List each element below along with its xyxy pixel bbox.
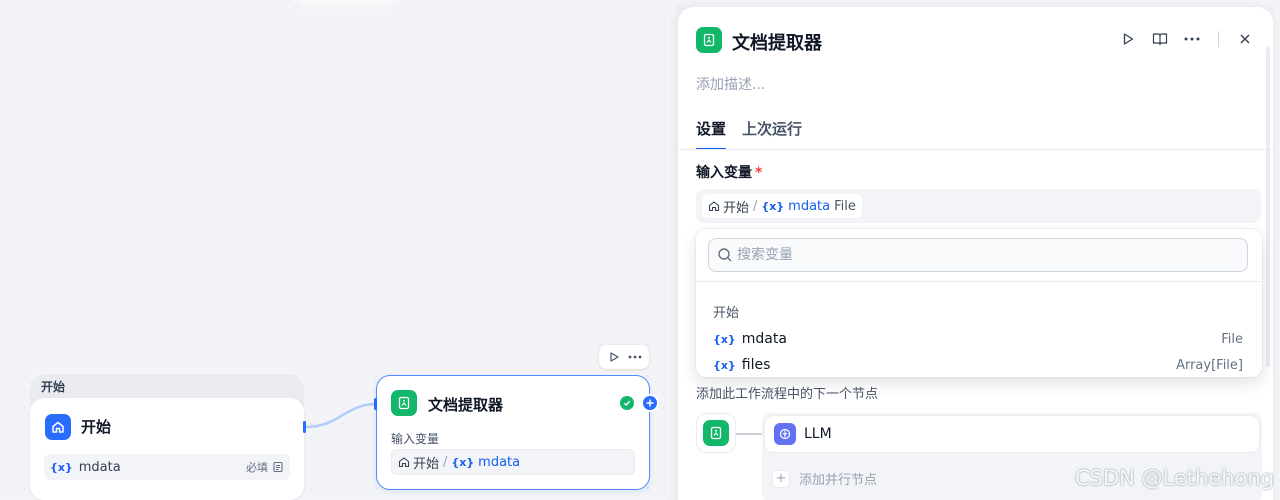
- input-variable-label-text: 输入变量: [696, 165, 752, 181]
- next-step-description: 添加此工作流程中的下一个节点: [696, 387, 879, 402]
- start-node-variable[interactable]: {x} mdata 必填: [44, 454, 290, 480]
- start-node-title: 开始: [81, 418, 112, 436]
- panel-title[interactable]: 文档提取器: [732, 29, 822, 55]
- ref-variable-name: mdata: [478, 454, 521, 470]
- doc-extractor-icon: [391, 390, 417, 416]
- required-mark: *: [755, 165, 763, 181]
- doc-extractor-icon: [696, 27, 722, 53]
- add-parallel-node-button[interactable]: + 添加并行节点: [772, 469, 877, 488]
- input-variable-label: 输入变量 *: [696, 162, 762, 182]
- home-icon: [398, 457, 410, 468]
- doc-extractor-node[interactable]: 文档提取器 输入变量 开始 / {x} mdata: [374, 375, 650, 490]
- plus-icon: [646, 399, 654, 407]
- next-node-llm[interactable]: LLM: [764, 415, 1260, 453]
- selected-node-name: 开始: [723, 200, 750, 216]
- node-toolbar: [599, 345, 649, 369]
- close-icon[interactable]: [1235, 29, 1255, 49]
- description-input[interactable]: 添加描述...: [696, 74, 765, 94]
- document-icon: [273, 461, 283, 473]
- book-open-icon[interactable]: [1150, 29, 1170, 49]
- next-step-connector: [736, 433, 762, 435]
- tab-last-run[interactable]: 上次运行: [742, 118, 802, 150]
- variable-search-input[interactable]: [737, 247, 1217, 263]
- ref-separator: /: [443, 454, 448, 470]
- dropdown-item-mdata[interactable]: {x} mdata File: [708, 327, 1248, 351]
- variable-search[interactable]: [708, 238, 1248, 272]
- start-node[interactable]: 开始 {x} mdata 必填: [30, 398, 304, 500]
- variable-icon: {x}: [761, 199, 785, 213]
- panel-scrollbar[interactable]: [1266, 47, 1270, 367]
- selected-variable-name: mdata: [788, 198, 831, 214]
- ref-node-name: 开始: [413, 456, 440, 472]
- variable-icon: {x}: [713, 332, 736, 346]
- dropdown-item-files[interactable]: {x} files Array[File]: [708, 353, 1248, 377]
- start-output-handle[interactable]: [303, 421, 306, 433]
- variable-icon: {x}: [713, 358, 736, 372]
- tab-settings[interactable]: 设置: [696, 118, 727, 150]
- dropdown-group-label: 开始: [713, 306, 740, 321]
- variable-name: mdata: [78, 459, 121, 475]
- plus-icon: +: [772, 469, 790, 488]
- dropdown-item-name: files: [741, 357, 771, 373]
- variable-icon: {x}: [50, 460, 73, 474]
- variable-icon: {x}: [451, 455, 475, 469]
- home-icon: [45, 414, 71, 440]
- home-icon: [708, 201, 720, 212]
- dropdown-item-type: Array[File]: [1176, 357, 1243, 373]
- next-node-name: LLM: [804, 426, 832, 442]
- add-next-node-button[interactable]: [641, 394, 659, 412]
- doc-node-title: 文档提取器: [428, 396, 504, 414]
- doc-input-variable[interactable]: 开始 / {x} mdata: [391, 449, 635, 475]
- success-check-icon: [620, 396, 634, 410]
- doc-input-handle[interactable]: [374, 398, 377, 410]
- more-icon[interactable]: [1182, 29, 1202, 49]
- dropdown-item-name: mdata: [741, 331, 787, 347]
- panel-actions: [1118, 29, 1255, 49]
- required-badge: 必填: [246, 461, 268, 474]
- variable-selector[interactable]: 开始 / {x} mdata File: [696, 189, 1261, 223]
- panel-tabs: 设置 上次运行: [696, 118, 802, 150]
- actions-divider: [1218, 31, 1219, 47]
- tabs-divider: [678, 149, 1273, 150]
- dropdown-item-type: File: [1221, 331, 1243, 347]
- search-icon: [718, 248, 732, 262]
- variable-dropdown: 开始 {x} mdata File {x} files Array[File]: [696, 229, 1262, 377]
- watermark-text: CSDN @Lethehong: [1075, 466, 1275, 490]
- doc-input-label: 输入变量: [391, 432, 440, 446]
- node-settings-panel: 文档提取器 添加描述... 设置 上次运行 输入变量 * 开始 / {x} mda…: [678, 7, 1273, 500]
- llm-icon: [774, 423, 796, 445]
- next-step-current-node: [696, 413, 736, 453]
- start-group-label: 开始: [41, 380, 66, 394]
- add-parallel-label: 添加并行节点: [799, 473, 878, 488]
- dropdown-divider: [696, 281, 1262, 282]
- start-node-group: 开始 开始 {x} mdata 必填: [30, 374, 306, 500]
- more-icon[interactable]: [625, 347, 645, 367]
- selected-variable-chip[interactable]: 开始 / {x} mdata File: [702, 194, 862, 218]
- doc-extractor-icon: [703, 420, 729, 446]
- selected-variable-type: File: [834, 198, 856, 214]
- run-step-icon[interactable]: [1118, 29, 1138, 49]
- run-node-icon[interactable]: [604, 347, 624, 367]
- selected-separator: /: [753, 198, 758, 214]
